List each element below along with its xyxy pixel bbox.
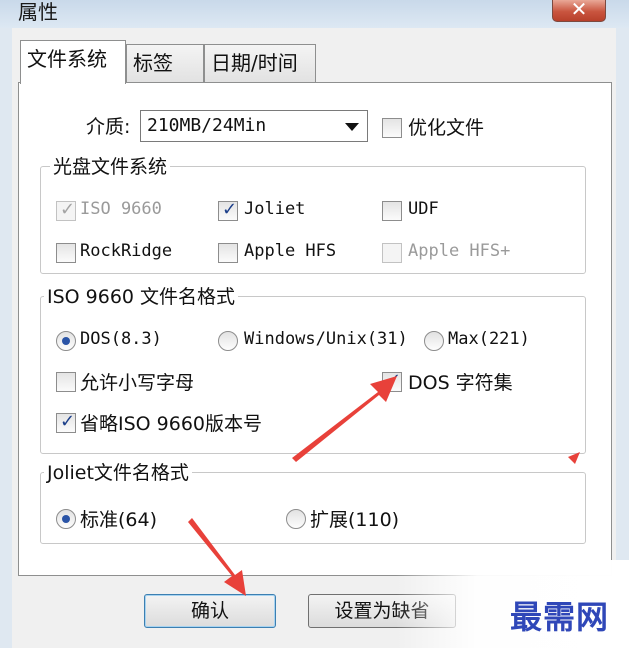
allow-lowercase-checkbox[interactable]: [56, 372, 76, 392]
rockridge-checkbox[interactable]: [56, 243, 76, 263]
apple-hfs-checkbox[interactable]: [218, 243, 238, 263]
optimize-files-checkbox[interactable]: [382, 118, 402, 138]
dos-charset-checkbox[interactable]: ✓: [382, 370, 402, 392]
checkmark-icon: ✓: [386, 370, 402, 391]
checkmark-icon: ✓: [60, 411, 76, 432]
rockridge-label: RockRidge: [80, 241, 173, 261]
tab-file-system[interactable]: 文件系统: [20, 40, 126, 84]
iso9660-checkbox[interactable]: ✓: [56, 199, 76, 221]
optimize-files-label: 优化文件: [408, 117, 485, 139]
disc-fs-title: 光盘文件系统: [50, 152, 171, 179]
joliet-checkbox[interactable]: ✓: [218, 199, 238, 221]
media-value: 210MB/24Min: [147, 115, 267, 136]
apple-hfs-plus-label: Apple HFS+: [408, 241, 511, 261]
close-icon: ✕: [570, 0, 588, 21]
windows-unix-radio[interactable]: [218, 331, 238, 351]
media-label: 介质:: [86, 116, 131, 138]
windows-unix-label: Windows/Unix(31): [244, 329, 408, 349]
media-select[interactable]: 210MB/24Min: [140, 110, 368, 142]
dialog-title: 属性: [18, 0, 58, 24]
allow-lowercase-label: 允许小写字母: [80, 372, 195, 394]
checkmark-icon: ✓: [222, 199, 238, 220]
dos-charset-label: DOS 字符集: [408, 372, 513, 394]
dos-label: DOS(8.3): [80, 329, 162, 349]
close-button[interactable]: ✕: [552, 0, 606, 22]
radio-dot-icon: [62, 515, 70, 523]
apple-hfs-label: Apple HFS: [244, 241, 337, 261]
standard-label: 标准(64): [80, 509, 158, 531]
radio-dot-icon: [62, 337, 70, 345]
standard-radio[interactable]: [56, 509, 76, 529]
checkmark-icon: ✓: [60, 199, 76, 220]
extended-label: 扩展(110): [310, 509, 400, 531]
max-label: Max(221): [448, 329, 530, 349]
joliet-format-title: Joliet文件名格式: [44, 458, 192, 485]
apple-hfs-plus-checkbox[interactable]: [382, 243, 402, 263]
udf-checkbox[interactable]: [382, 201, 402, 221]
watermark: 最需网: [510, 598, 610, 636]
title-bar: 属性: [0, 0, 629, 28]
tab-label[interactable]: 标签: [126, 44, 204, 82]
ok-button[interactable]: 确认: [144, 594, 276, 628]
extended-radio[interactable]: [286, 509, 306, 529]
omit-version-checkbox[interactable]: ✓: [56, 411, 76, 433]
omit-version-label: 省略ISO 9660版本号: [80, 413, 263, 435]
max-radio[interactable]: [424, 331, 444, 351]
dos-radio[interactable]: [56, 331, 76, 351]
udf-label: UDF: [408, 199, 439, 219]
iso9660-label: ISO 9660: [80, 199, 162, 219]
iso-format-title: ISO 9660 文件名格式: [44, 282, 239, 309]
joliet-label: Joliet: [244, 199, 306, 219]
chevron-down-icon: [345, 123, 359, 131]
tab-date-time[interactable]: 日期/时间: [204, 44, 316, 82]
